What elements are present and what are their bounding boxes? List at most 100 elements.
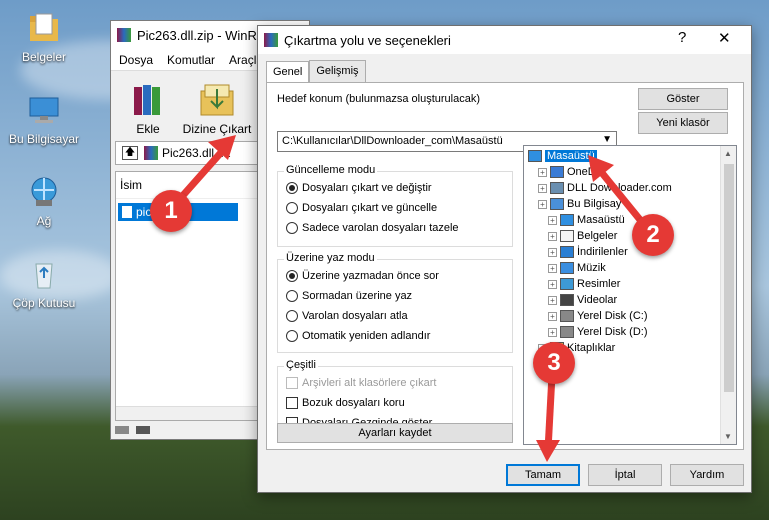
- option-label: Üzerine yazmadan önce sor: [302, 270, 439, 282]
- desktop-icon: [528, 150, 542, 162]
- destination-value: C:\Kullanıcılar\DllDownloader_com\Masaüs…: [282, 135, 503, 147]
- up-folder-icon[interactable]: 🡅: [122, 146, 138, 160]
- ok-button[interactable]: Tamam: [506, 464, 580, 486]
- extract-to-button-label: Dizine Çıkart: [182, 122, 252, 136]
- desktop-icon-network[interactable]: Ağ: [4, 174, 84, 228]
- scroll-up-icon[interactable]: ▲: [724, 149, 732, 158]
- expand-icon[interactable]: +: [548, 327, 557, 337]
- help-button[interactable]: ?: [678, 29, 686, 46]
- scrollbar-thumb[interactable]: [724, 164, 734, 392]
- checkbox[interactable]: [286, 397, 298, 409]
- radio-button[interactable]: [286, 270, 298, 282]
- expand-icon[interactable]: +: [548, 263, 557, 273]
- tab-advanced[interactable]: Gelişmiş: [309, 60, 366, 82]
- desktop-icon-recycle-bin[interactable]: Çöp Kutusu: [4, 256, 84, 310]
- desktop-icon-this-pc[interactable]: Bu Bilgisayar: [4, 92, 84, 146]
- overwrite-mode-title: Üzerine yaz modu: [284, 252, 377, 264]
- expand-icon[interactable]: +: [548, 295, 557, 305]
- scroll-down-icon[interactable]: ▼: [724, 432, 732, 441]
- tree-item[interactable]: + İndirilenler: [548, 246, 628, 258]
- folder-tree[interactable]: Masaüstü + OneD + DLL Downloader.com + Bu Bilg…: [523, 145, 737, 445]
- disk-icon: [560, 326, 574, 338]
- tree-item[interactable]: + OneD: [538, 166, 596, 178]
- tree-item[interactable]: + Yerel Disk (D:): [548, 326, 648, 338]
- menu-commands[interactable]: Komutlar: [167, 53, 215, 67]
- radio-button[interactable]: [286, 330, 298, 342]
- tree-item[interactable]: + Bu Bilgisay: [538, 198, 621, 210]
- picture-icon: [560, 278, 574, 290]
- add-button[interactable]: Ekle: [123, 79, 173, 136]
- update-option-extract-update[interactable]: Dosyaları çıkart ve güncelle: [286, 202, 437, 214]
- option-label: Bozuk dosyaları koru: [302, 397, 405, 409]
- drive-icon: [115, 426, 129, 434]
- step-marker-2: 2: [632, 214, 674, 256]
- update-mode-group: Güncelleme modu Dosyaları çıkart ve deği…: [277, 164, 513, 247]
- desktop-icon-documents[interactable]: Belgeler: [4, 10, 84, 64]
- tree-item-label: Videolar: [577, 294, 618, 306]
- tree-item[interactable]: + Belgeler: [548, 230, 617, 242]
- network-icon: [26, 174, 62, 210]
- close-button[interactable]: ✕: [718, 29, 731, 47]
- expand-icon[interactable]: +: [538, 199, 547, 209]
- radio-button[interactable]: [286, 290, 298, 302]
- overwrite-option-rename[interactable]: Otomatik yeniden adlandır: [286, 330, 430, 342]
- expand-icon[interactable]: +: [548, 311, 557, 321]
- extraction-dialog: Çıkartma yolu ve seçenekleri ? ✕ Genel G…: [257, 25, 752, 493]
- extract-to-button[interactable]: Dizine Çıkart: [177, 79, 257, 136]
- expand-icon[interactable]: +: [548, 215, 557, 225]
- tree-item[interactable]: + Müzik: [548, 262, 606, 274]
- computer-icon: [26, 92, 62, 128]
- option-label: Arşivleri alt klasörlere çıkart: [302, 377, 437, 389]
- help-dialog-button[interactable]: Yardım: [670, 464, 744, 486]
- desktop-icon-label: Belgeler: [21, 50, 67, 64]
- radio-button[interactable]: [286, 202, 298, 214]
- tree-item[interactable]: + Yerel Disk (C:): [548, 310, 648, 322]
- radio-button[interactable]: [286, 222, 298, 234]
- radio-button[interactable]: [286, 310, 298, 322]
- tree-item[interactable]: + DLL Downloader.com: [538, 182, 672, 194]
- overwrite-option-ask[interactable]: Üzerine yazmadan önce sor: [286, 270, 439, 282]
- tree-item-label: Kitaplıklar: [567, 342, 616, 354]
- tree-item-label: Masaüstü: [545, 150, 597, 162]
- user-icon: [550, 182, 564, 194]
- expand-icon[interactable]: +: [548, 247, 557, 257]
- menu-file[interactable]: Dosya: [119, 53, 153, 67]
- new-folder-button[interactable]: Yeni klasör: [638, 112, 728, 134]
- expand-icon[interactable]: +: [538, 183, 547, 193]
- tree-item-label: Belgeler: [577, 230, 618, 242]
- tree-item-label: Resimler: [577, 278, 621, 290]
- show-button[interactable]: Göster: [638, 88, 728, 110]
- checkbox: [286, 377, 298, 389]
- tree-item[interactable]: + Resimler: [548, 278, 620, 290]
- winrar-app-icon: [117, 28, 131, 42]
- desktop-icon-label: Bu Bilgisayar: [8, 132, 80, 146]
- misc-title: Çeşitli: [284, 359, 318, 371]
- update-option-freshen[interactable]: Sadece varolan dosyaları tazele: [286, 222, 459, 234]
- overwrite-option-skip[interactable]: Varolan dosyaları atla: [286, 310, 408, 322]
- music-icon: [560, 262, 574, 274]
- tree-item-label: DLL Downloader.com: [567, 182, 672, 194]
- radio-button[interactable]: [286, 182, 298, 194]
- dialog-tabs: Genel Gelişmiş: [266, 60, 366, 83]
- tree-item[interactable]: + Masaüstü: [548, 214, 625, 226]
- tree-item[interactable]: Masaüstü: [528, 150, 597, 162]
- tab-general[interactable]: Genel: [266, 61, 310, 83]
- update-option-extract-replace[interactable]: Dosyaları çıkart ve değiştir: [286, 182, 432, 194]
- misc-option-keep-broken[interactable]: Bozuk dosyaları koru: [286, 397, 405, 409]
- tree-item[interactable]: + Videolar: [548, 294, 617, 306]
- expand-icon[interactable]: +: [538, 167, 547, 177]
- general-panel: Hedef konum (bulunmazsa oluşturulacak) C…: [266, 82, 744, 450]
- save-settings-button[interactable]: Ayarları kaydet: [277, 423, 513, 443]
- expand-icon[interactable]: +: [548, 231, 557, 241]
- chevron-down-icon[interactable]: ▼: [602, 134, 612, 145]
- overwrite-option-without-prompt[interactable]: Sormadan üzerine yaz: [286, 290, 412, 302]
- cancel-button[interactable]: İptal: [588, 464, 662, 486]
- tree-item-label: İndirilenler: [577, 246, 628, 258]
- desktop-icon-label: Ağ: [36, 214, 52, 228]
- archive-icon: [144, 146, 158, 160]
- expand-icon[interactable]: +: [548, 279, 557, 289]
- option-label: Dosyaları çıkart ve değiştir: [302, 182, 432, 194]
- tree-scrollbar[interactable]: ▲ ▼: [720, 146, 736, 444]
- recycle-bin-icon: [26, 256, 62, 292]
- download-icon: [560, 246, 574, 258]
